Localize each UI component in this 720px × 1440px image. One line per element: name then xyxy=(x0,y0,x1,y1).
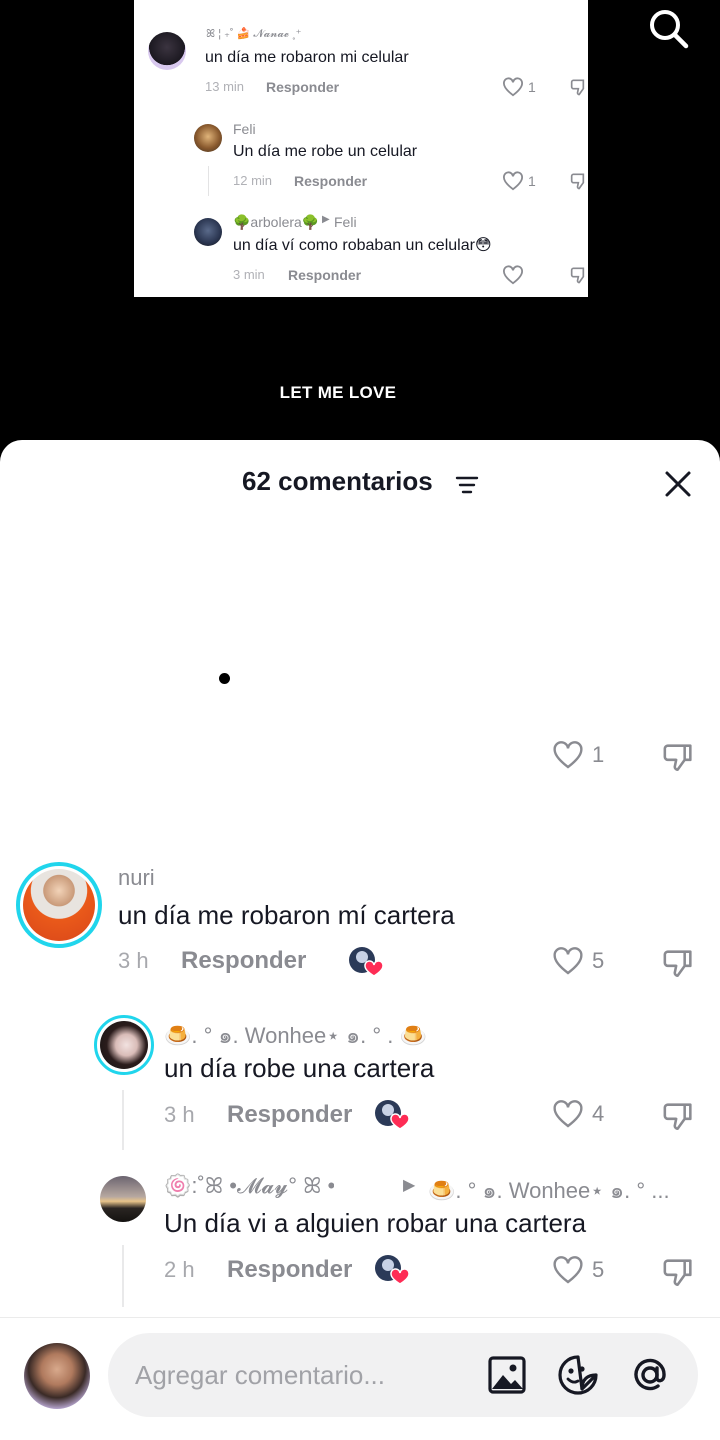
reply-button[interactable]: Responder xyxy=(227,1256,352,1284)
comment-input[interactable] xyxy=(135,1333,475,1417)
comment-username[interactable]: 🍮. ° ๑. Wonhee⋆ ๑. ° . 🍮 xyxy=(164,1018,427,1053)
video-player[interactable]: ꕤ ¦ ₊˚ 🍰 𝓝𝓪𝓷𝓪𝓮 ˳⁺ un día me robaron mi c… xyxy=(0,0,720,470)
my-avatar[interactable] xyxy=(24,1343,90,1409)
thread-line xyxy=(208,166,209,196)
creator-liked-icon xyxy=(375,1100,409,1130)
screenshot-username: ꕤ ¦ ₊˚ 🍰 𝓝𝓪𝓷𝓪𝓮 ˳⁺ xyxy=(206,28,302,40)
creator-liked-icon xyxy=(375,1255,409,1285)
dislike-icon[interactable] xyxy=(662,740,696,774)
heart-icon xyxy=(503,265,523,285)
comment-text: un día me robaron mí cartera xyxy=(118,900,455,930)
search-icon[interactable] xyxy=(646,6,690,50)
image-icon[interactable] xyxy=(485,1353,529,1397)
heart-icon xyxy=(553,1256,583,1284)
avatar[interactable] xyxy=(16,862,102,948)
reply-button[interactable]: Responder xyxy=(227,1101,352,1129)
screenshot-username: Feli xyxy=(233,121,256,137)
dislike-icon[interactable] xyxy=(662,1099,696,1133)
screenshot-time: 13 min xyxy=(205,79,245,94)
like-button[interactable]: 5 xyxy=(552,1255,604,1285)
screenshot-comment: ꕤ ¦ ₊˚ 🍰 𝓝𝓪𝓷𝓪𝓮 ˳⁺ un día me robaron mi c… xyxy=(134,0,588,100)
like-button[interactable]: 5 xyxy=(552,946,604,976)
dislike-icon xyxy=(570,79,585,96)
video-caption: LET ME LOVE xyxy=(279,383,397,402)
comment-time: 3 h xyxy=(118,948,149,973)
screenshot-username: 🌳arbolera🌳 xyxy=(233,214,320,230)
comment-username[interactable]: nuri xyxy=(118,865,155,891)
screenshot-time: 12 min xyxy=(233,173,273,188)
avatar[interactable] xyxy=(100,1176,146,1222)
like-button[interactable]: 1 xyxy=(552,740,604,770)
heart-icon xyxy=(553,1100,583,1128)
video-screenshot: ꕤ ¦ ₊˚ 🍰 𝓝𝓪𝓷𝓪𝓮 ˳⁺ un día me robaron mi c… xyxy=(134,0,588,297)
screenshot-reply-to: Feli xyxy=(334,214,357,230)
sheet-header: 62 comentarios xyxy=(0,464,720,504)
screenshot-comment: Feli Un día me robe un celular 12 min Re… xyxy=(134,100,588,196)
comment-input-container[interactable] xyxy=(108,1333,698,1417)
comment-text: Un día vi a alguien robar una cartera xyxy=(164,1208,587,1238)
dislike-icon xyxy=(570,267,585,284)
avatar xyxy=(194,218,222,246)
creator-liked-icon xyxy=(349,947,383,977)
screenshot-time: 3 min xyxy=(233,267,265,282)
thread-line xyxy=(122,1245,124,1307)
reply-arrow-icon: ▶ xyxy=(322,214,330,225)
comment-text: un día robe una cartera xyxy=(164,1053,435,1083)
heart-icon xyxy=(503,77,523,97)
thread-line xyxy=(122,1090,124,1150)
avatar xyxy=(194,124,222,152)
comments-count-title: 62 comentarios xyxy=(242,466,433,496)
like-count: 4 xyxy=(592,1101,605,1126)
like-button[interactable]: 4 xyxy=(552,1099,604,1129)
dislike-icon[interactable] xyxy=(662,1255,696,1289)
like-count: 1 xyxy=(592,742,605,767)
screenshot-reply: Responder xyxy=(294,173,368,189)
comments-sheet: 62 comentarios 1 nuri un día me robaron … xyxy=(0,440,720,1440)
comment-time: 2 h xyxy=(164,1257,195,1282)
screenshot-reply: Responder xyxy=(266,79,340,95)
screenshot-like-count: 1 xyxy=(528,173,536,189)
like-count: 5 xyxy=(592,948,605,973)
avatar[interactable] xyxy=(94,1015,154,1075)
media-dot xyxy=(219,673,230,684)
like-count: 5 xyxy=(592,1257,605,1282)
screenshot-comment-text: un día me robaron mi celular xyxy=(205,49,409,66)
screenshot-comment-text: Un día me robe un celular xyxy=(233,143,418,160)
reply-arrow-icon: ▶ xyxy=(403,1177,416,1194)
comment-username[interactable]: 🍥:˚ꕤ •𝓜𝓪𝔂° ꕤ •°:🍥 xyxy=(164,1173,334,1199)
close-icon[interactable] xyxy=(660,466,696,502)
heart-icon xyxy=(553,741,583,769)
reply-button[interactable]: Responder xyxy=(181,947,306,975)
dislike-icon[interactable] xyxy=(662,946,696,980)
emoji-sticker-icon[interactable] xyxy=(556,1353,600,1397)
screenshot-like-count: 1 xyxy=(528,79,536,95)
heart-icon xyxy=(503,171,523,191)
dislike-icon xyxy=(570,173,585,190)
comment-input-bar xyxy=(0,1317,720,1440)
screenshot-comment-text: un día ví como robaban un celular😳 xyxy=(233,237,492,254)
comment-time: 3 h xyxy=(164,1102,195,1127)
reply-to-username[interactable]: 🍮. ° ๑. Wonhee⋆ ๑. ° ... xyxy=(428,1173,692,1208)
avatar xyxy=(148,32,186,70)
sort-filter-icon[interactable] xyxy=(455,474,479,496)
screenshot-reply: Responder xyxy=(288,267,362,283)
screenshot-comment: 🌳arbolera🌳 ▶ Feli un día ví como robaban… xyxy=(134,194,588,297)
mention-icon[interactable] xyxy=(628,1353,672,1397)
heart-icon xyxy=(553,947,583,975)
